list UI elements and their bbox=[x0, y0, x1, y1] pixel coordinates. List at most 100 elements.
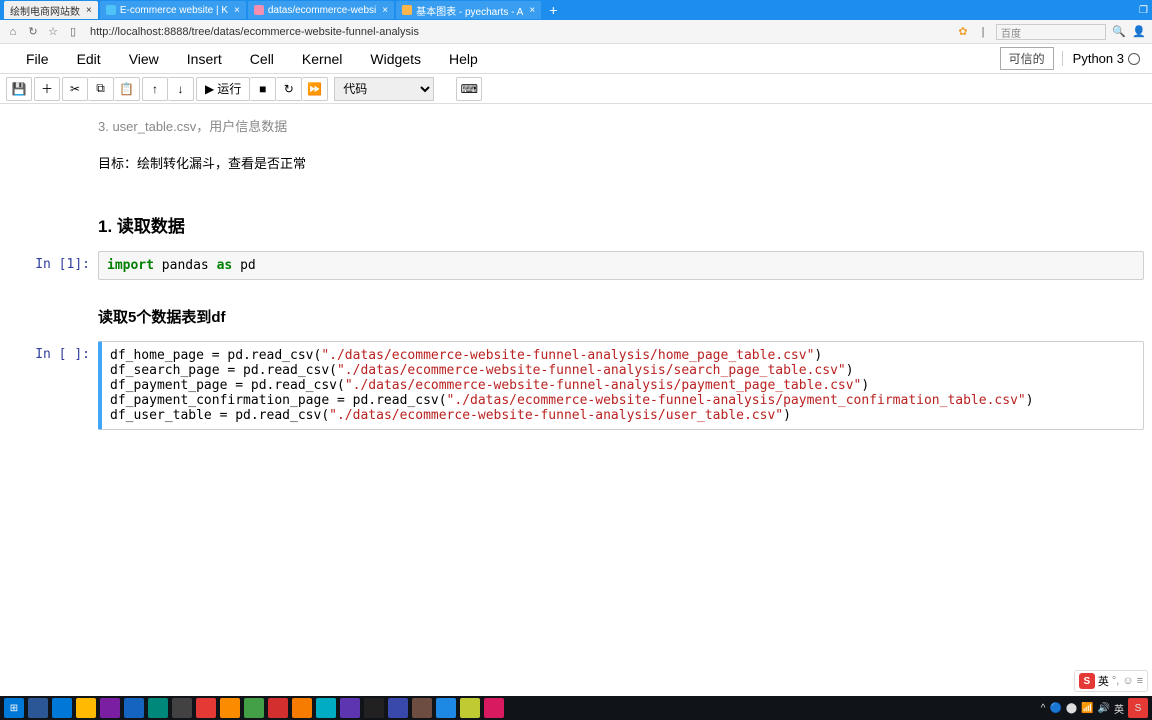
page-icon bbox=[254, 5, 264, 15]
url-input[interactable]: http://localhost:8888/tree/datas/ecommer… bbox=[86, 26, 950, 38]
code-text: ) bbox=[1026, 393, 1034, 408]
menu-cell[interactable]: Cell bbox=[236, 47, 288, 71]
copy-button[interactable]: ⧉ bbox=[88, 77, 114, 101]
tray-icon[interactable]: ⬤ bbox=[1066, 703, 1077, 714]
browser-tab[interactable]: E-commerce website | K × bbox=[100, 1, 246, 19]
cut-button[interactable]: ✂ bbox=[62, 77, 88, 101]
tray-chevron-icon[interactable]: ^ bbox=[1041, 703, 1046, 714]
tab-label: 绘制电商网站数 bbox=[10, 3, 80, 18]
kernel-idle-icon bbox=[1128, 53, 1140, 65]
markdown-cell[interactable]: 3. user_table.csv，用户信息数据 目标：绘制转化漏斗，查看是否正… bbox=[8, 108, 1144, 247]
browser-tab-active[interactable]: 绘制电商网站数 × bbox=[4, 1, 98, 19]
tray-ime-icon[interactable]: 英 bbox=[1114, 701, 1124, 716]
tray-volume-icon[interactable]: 🔊 bbox=[1098, 703, 1110, 714]
tray-sogou-icon[interactable]: S bbox=[1128, 698, 1148, 718]
task-item[interactable] bbox=[436, 698, 456, 718]
user-icon[interactable]: 👤 bbox=[1132, 25, 1146, 39]
tray-icon[interactable]: 🔵 bbox=[1049, 703, 1061, 714]
task-item[interactable] bbox=[460, 698, 480, 718]
search-input[interactable]: 百度 bbox=[996, 24, 1106, 40]
string: "./datas/ecommerce-website-funnel-analys… bbox=[321, 348, 814, 363]
search-icon[interactable]: 🔍 bbox=[1112, 25, 1126, 39]
task-item[interactable] bbox=[220, 698, 240, 718]
menu-help[interactable]: Help bbox=[435, 47, 492, 71]
browser-tab[interactable]: datas/ecommerce-websi × bbox=[248, 1, 394, 19]
window-restore-icon[interactable]: ❐ bbox=[1139, 5, 1148, 16]
refresh-icon[interactable]: ↻ bbox=[26, 25, 40, 39]
task-item[interactable] bbox=[388, 698, 408, 718]
home-icon[interactable]: ⌂ bbox=[6, 25, 20, 39]
restart-button[interactable]: ↻ bbox=[276, 77, 302, 101]
task-item[interactable] bbox=[268, 698, 288, 718]
explorer-icon[interactable] bbox=[76, 698, 96, 718]
task-item[interactable] bbox=[124, 698, 144, 718]
menu-insert[interactable]: Insert bbox=[173, 47, 236, 71]
ime-emoji-icon: ☺ bbox=[1122, 675, 1133, 687]
task-item[interactable] bbox=[100, 698, 120, 718]
markdown-cell[interactable]: 读取5个数据表到df bbox=[8, 284, 1144, 337]
code-text: ) bbox=[783, 408, 791, 423]
string: "./datas/ecommerce-website-funnel-analys… bbox=[345, 378, 862, 393]
trusted-indicator[interactable]: 可信的 bbox=[1000, 47, 1054, 70]
system-tray[interactable]: ^ 🔵 ⬤ 📶 🔊 英 S bbox=[1041, 698, 1148, 718]
menu-widgets[interactable]: Widgets bbox=[356, 47, 435, 71]
code-cell-selected[interactable]: In [ ]: df_home_page = pd.read_csv("./da… bbox=[8, 341, 1144, 430]
menu-kernel[interactable]: Kernel bbox=[288, 47, 356, 71]
jupyter-toolbar: 💾 ＋ ✂ ⧉ 📋 ↑ ↓ ▶ 运行 ■ ↻ ⏩ 代码 ⌨ bbox=[0, 74, 1152, 104]
paste-button[interactable]: 📋 bbox=[114, 77, 140, 101]
start-button[interactable]: ⊞ bbox=[4, 698, 24, 718]
code-text: pd bbox=[232, 258, 255, 273]
task-item[interactable] bbox=[364, 698, 384, 718]
task-item[interactable] bbox=[412, 698, 432, 718]
star-icon[interactable]: ☆ bbox=[46, 25, 60, 39]
task-item[interactable] bbox=[148, 698, 168, 718]
cell-prompt bbox=[8, 284, 98, 337]
string: "./datas/ecommerce-website-funnel-analys… bbox=[337, 363, 846, 378]
command-palette-button[interactable]: ⌨ bbox=[456, 77, 482, 101]
task-item[interactable] bbox=[28, 698, 48, 718]
code-text: pandas bbox=[154, 258, 217, 273]
edge-icon[interactable] bbox=[52, 698, 72, 718]
menu-edit[interactable]: Edit bbox=[63, 47, 115, 71]
celltype-select[interactable]: 代码 bbox=[334, 77, 434, 101]
menu-view[interactable]: View bbox=[115, 47, 173, 71]
code-input[interactable]: import pandas as pd bbox=[98, 251, 1144, 280]
close-icon[interactable]: × bbox=[529, 5, 535, 16]
task-item[interactable] bbox=[316, 698, 336, 718]
windows-taskbar: ⊞ ^ 🔵 ⬤ 📶 🔊 英 S bbox=[0, 696, 1152, 720]
task-item[interactable] bbox=[244, 698, 264, 718]
add-cell-button[interactable]: ＋ bbox=[34, 77, 60, 101]
code-input[interactable]: df_home_page = pd.read_csv("./datas/ecom… bbox=[98, 341, 1144, 430]
shield-icon[interactable]: ▯ bbox=[66, 25, 80, 39]
move-down-button[interactable]: ↓ bbox=[168, 77, 194, 101]
browser-address-bar: ⌂ ↻ ☆ ▯ http://localhost:8888/tree/datas… bbox=[0, 20, 1152, 44]
window-controls: ❐ bbox=[1139, 5, 1148, 16]
move-up-button[interactable]: ↑ bbox=[142, 77, 168, 101]
extension-icon[interactable]: ✿ bbox=[956, 25, 970, 39]
code-cell[interactable]: In [1]: import pandas as pd bbox=[8, 251, 1144, 280]
string: "./datas/ecommerce-website-funnel-analys… bbox=[447, 393, 1026, 408]
task-item[interactable] bbox=[196, 698, 216, 718]
cell-prompt: In [ ]: bbox=[8, 341, 98, 430]
kernel-status[interactable]: Python 3 bbox=[1062, 51, 1140, 66]
browser-tab[interactable]: 基本图表 - pyecharts - A × bbox=[396, 1, 541, 19]
tray-network-icon[interactable]: 📶 bbox=[1081, 703, 1093, 714]
menu-file[interactable]: File bbox=[12, 47, 63, 71]
ime-punct-icon: °, bbox=[1112, 675, 1119, 687]
task-item[interactable] bbox=[340, 698, 360, 718]
task-item[interactable] bbox=[172, 698, 192, 718]
divider: | bbox=[976, 25, 990, 39]
interrupt-button[interactable]: ■ bbox=[250, 77, 276, 101]
restart-run-all-button[interactable]: ⏩ bbox=[302, 77, 328, 101]
new-tab-button[interactable]: + bbox=[543, 2, 563, 18]
run-button[interactable]: ▶ 运行 bbox=[196, 77, 250, 101]
close-icon[interactable]: × bbox=[382, 5, 388, 16]
ime-indicator[interactable]: S 英 °, ☺ ≡ bbox=[1074, 670, 1148, 692]
save-button[interactable]: 💾 bbox=[6, 77, 32, 101]
notebook-area[interactable]: 3. user_table.csv，用户信息数据 目标：绘制转化漏斗，查看是否正… bbox=[0, 104, 1152, 696]
close-icon[interactable]: × bbox=[234, 5, 240, 16]
task-item[interactable] bbox=[484, 698, 504, 718]
close-icon[interactable]: × bbox=[86, 5, 92, 16]
task-item[interactable] bbox=[292, 698, 312, 718]
run-label: 运行 bbox=[217, 80, 241, 97]
